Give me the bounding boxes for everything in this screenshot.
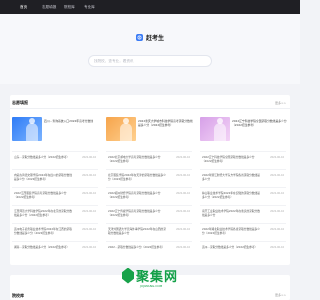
featured-article[interactable]: 四川…查询系统入口2022年高考分数线	[12, 115, 100, 143]
section-title: 志愿填报	[12, 100, 28, 105]
list-item[interactable]: 2022郑州财经学院高考录取分数线是多少分（2022招生参考） 2022-06-1…	[106, 187, 192, 205]
list-item[interactable]: 2022年湖北职业技术学院各省录取分数线是多少分（2022招生参考） 2022-0…	[200, 223, 286, 241]
nav-major-library[interactable]: 专业库	[84, 0, 95, 14]
section-title: 院校库	[12, 293, 24, 298]
site-logo[interactable]: 赶考生	[136, 33, 164, 42]
article-thumbnail	[106, 117, 136, 141]
search-input[interactable]	[94, 59, 211, 63]
article-thumbnail	[200, 117, 230, 141]
list-item[interactable]: 林山职业技术学院2022年在安徽的录取分数线是多少分（2022招生参考） 2022…	[200, 187, 286, 205]
featured-article[interactable]: 2022辽宁科技学院全国录取分数线是多少分（2022招生参考）	[200, 115, 288, 143]
list-item[interactable]: 2022…录取分数线是多少分（2022招生参考） 2022-06-16	[106, 241, 192, 259]
list-item[interactable]: 2022辽宁科技学院全国录取分数线是多少分（2022招生参考） 2022-06-1…	[200, 151, 286, 169]
list-item[interactable]: 江西师范大学科技学院2022年在北京的录取分数线是多少分（2022招生参考） 20…	[12, 205, 98, 223]
watermark: 聚集网	[122, 266, 178, 285]
nav-college-library[interactable]: 院校库	[64, 0, 75, 14]
list-item[interactable]: 湖南…录取分数线是多少分（2022招生参考） 2022-06-16	[12, 241, 98, 259]
watermark-logo-icon	[122, 267, 134, 284]
list-item[interactable]: 2022北京邮电大学高考录取分数线是多少分（2022招生参考） 2022-06-1…	[106, 151, 192, 169]
list-item[interactable]: 天津外国语大学滨海外事学院2022年在山西的录取分数线是多少分 2022-06-1…	[106, 223, 192, 241]
featured-title: 2022重庆大学城市科技学院高考录取分数线是多少分（2022招生参考）	[138, 119, 193, 127]
featured-article[interactable]: 2022重庆大学城市科技学院高考录取分数线是多少分（2022招生参考）	[106, 115, 194, 143]
hero-banner	[0, 14, 300, 84]
list-item[interactable]: 2022年浙江财经大学东方学院各省录取分数线是多少分 2022-06-16	[200, 169, 286, 187]
watermark-text: 聚集网	[136, 270, 179, 285]
list-item[interactable]: 2022江西服装学院高考录取分数线是多少分（2022招生参考） 2022-06-1…	[12, 187, 98, 205]
brand-name: 赶考生	[146, 35, 165, 42]
divider	[10, 108, 290, 109]
article-list-column-1: 山东…录取分数线是多少分（2022招生参考） 2022-06-16 内蒙古鸿德文理…	[12, 151, 98, 259]
list-item[interactable]: 南开工业职业技术学院2022年在重庆的录取分数线是多少分 2022-06-16	[200, 205, 286, 223]
article-list-column-3: 2022辽宁科技学院全国录取分数线是多少分（2022招生参考） 2022-06-1…	[200, 151, 286, 259]
list-item[interactable]: 内蒙古鸿德文理学院2022年在四川的录取分数线是多少分（2022招生参考） 202…	[12, 169, 98, 187]
nav-home[interactable]: 首页	[20, 0, 27, 14]
list-item[interactable]: 北京服装学院2022年在天津的录取分数线是多少分（2022招生参考） 2022-0…	[106, 169, 192, 187]
article-list-column-2: 2022北京邮电大学高考录取分数线是多少分（2022招生参考） 2022-06-1…	[106, 151, 192, 259]
watermark-subtext: JUJIWANG.COM	[140, 284, 163, 288]
more-link[interactable]: 更多>>	[275, 101, 286, 105]
featured-title: 2022辽宁科技学院全国录取分数线是多少分（2022招生参考）	[232, 119, 287, 127]
list-item[interactable]: 贵州…录取分数线是多少分（2022招生参考） 2022-06-16	[200, 241, 286, 259]
nav-volunteer-filling[interactable]: 志愿填报	[42, 0, 56, 14]
search-box[interactable]	[88, 55, 212, 67]
logo-icon	[136, 34, 143, 41]
volunteer-section-card: 志愿填报 更多>> 四川…查询系统入口2022年高考分数线 2022重庆大学城市…	[10, 95, 290, 265]
more-link[interactable]: 更多>>	[275, 293, 286, 297]
list-item[interactable]: 贵州电子商务职业技术学院2022年在江西的录取分数线是多少分（2022招生参考）…	[12, 223, 98, 241]
featured-title: 四川…查询系统入口2022年高考分数线	[44, 119, 94, 123]
article-thumbnail	[12, 117, 42, 141]
list-item[interactable]: 山东…录取分数线是多少分（2022招生参考） 2022-06-16	[12, 151, 98, 169]
list-item[interactable]: 2022辽宁传媒学院高考录取分数线是多少分（2022招生参考） 2022-06-1…	[106, 205, 192, 223]
